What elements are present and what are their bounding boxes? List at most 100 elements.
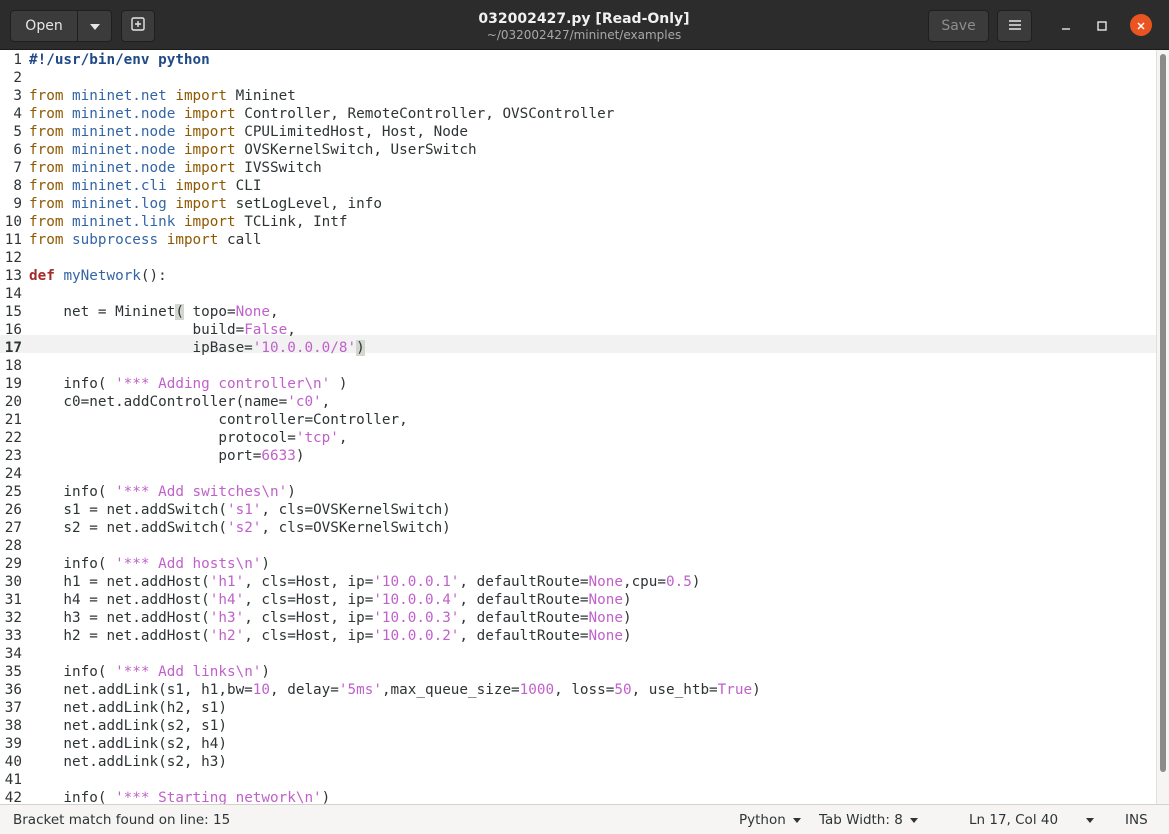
code-line[interactable]: 11 from subprocess import call xyxy=(0,231,262,249)
code-token: Mininet xyxy=(227,88,296,104)
code-token: 0.5 xyxy=(666,574,692,590)
code-text: c0=net.addController(name='c0', xyxy=(29,393,330,411)
code-line[interactable]: 19 info( '*** Adding controller\n' ) xyxy=(0,375,348,393)
code-line[interactable]: 15 net = Mininet( topo=None, xyxy=(0,303,279,321)
code-token: net = Mininet xyxy=(29,304,176,320)
scrollbar-thumb[interactable] xyxy=(1160,54,1166,772)
code-line[interactable]: 31 h4 = net.addHost('h4', cls=Host, ip='… xyxy=(0,591,632,609)
code-line[interactable]: 35 info( '*** Add links\n') xyxy=(0,663,270,681)
code-token: 50 xyxy=(614,682,632,698)
line-number: 36 xyxy=(4,682,22,698)
code-line[interactable]: 17 ipBase='10.0.0.0/8') xyxy=(0,339,365,357)
code-token: 10 xyxy=(252,682,271,698)
code-token: ( xyxy=(175,304,184,320)
code-token: , defaultRoute= xyxy=(459,628,589,644)
code-line[interactable]: 23 port=6633) xyxy=(0,447,305,465)
code-line[interactable]: 20 c0=net.addController(name='c0', xyxy=(0,393,331,411)
code-token: s1 = net.addSwitch( xyxy=(29,502,227,518)
open-button[interactable]: Open xyxy=(10,10,78,42)
code-token: controller=Controller, xyxy=(29,412,408,428)
vertical-scrollbar[interactable] xyxy=(1156,50,1169,804)
code-line[interactable]: 41 xyxy=(0,771,22,789)
code-token: mininet.log xyxy=(72,196,167,212)
code-token: from xyxy=(29,106,64,122)
line-number: 3 xyxy=(13,88,22,104)
code-line[interactable]: 33 h2 = net.addHost('h2', cls=Host, ip='… xyxy=(0,627,632,645)
code-line[interactable]: 30 h1 = net.addHost('h1', cls=Host, ip='… xyxy=(0,573,701,591)
code-token: 'tcp' xyxy=(295,430,339,446)
code-token: '*** Starting network\n' xyxy=(115,790,322,804)
code-line[interactable]: 36 net.addLink(s1, h1,bw=10, delay='5ms'… xyxy=(0,681,761,699)
open-button-group: Open xyxy=(10,10,112,42)
line-number: 26 xyxy=(4,502,22,518)
code-editor[interactable]: 1 #!/usr/bin/env python 2 3 from mininet.net… xyxy=(0,50,1156,804)
code-token: '10.0.0.2' xyxy=(373,628,460,644)
code-line[interactable]: 24 xyxy=(0,465,22,483)
code-line[interactable]: 2 xyxy=(0,69,22,87)
close-button[interactable] xyxy=(1130,14,1152,36)
code-text: build=False, xyxy=(29,321,296,339)
code-token: mininet.cli xyxy=(72,178,167,194)
new-tab-button[interactable] xyxy=(121,10,155,42)
minimize-icon xyxy=(1061,16,1071,35)
code-line[interactable]: 39 net.addLink(s2, h4) xyxy=(0,735,227,753)
code-token: 6633 xyxy=(261,448,296,464)
line-number: 27 xyxy=(4,520,22,536)
code-line[interactable]: 8 from mininet.cli import CLI xyxy=(0,177,261,195)
code-line[interactable]: 37 net.addLink(h2, s1) xyxy=(0,699,227,717)
line-number: 14 xyxy=(4,286,22,302)
code-token: ) xyxy=(622,610,632,626)
main-menu-button[interactable] xyxy=(997,10,1032,42)
code-line[interactable]: 9 from mininet.log import setLogLevel, in… xyxy=(0,195,382,213)
window-title: 032002427.py [Read-Only] xyxy=(478,11,690,27)
code-line[interactable]: 32 h3 = net.addHost('h3', cls=Host, ip='… xyxy=(0,609,632,627)
code-line[interactable]: 29 info( '*** Add hosts\n') xyxy=(0,555,270,573)
maximize-button[interactable] xyxy=(1091,14,1113,36)
code-line[interactable]: 4 from mininet.node import Controller, Re… xyxy=(0,105,614,123)
code-token: subprocess xyxy=(72,232,159,248)
code-line[interactable]: 40 net.addLink(s2, h3) xyxy=(0,753,227,771)
code-token: net.addLink(s2, h4) xyxy=(29,736,227,752)
code-line[interactable]: 10 from mininet.link import TCLink, Intf xyxy=(0,213,348,231)
minimize-button[interactable] xyxy=(1055,14,1077,36)
tab-width-selector[interactable]: Tab Width: 8 xyxy=(819,812,918,828)
open-button-label: Open xyxy=(25,18,63,34)
code-token: ) xyxy=(261,664,271,680)
code-line[interactable]: 6 from mininet.node import OVSKernelSwitc… xyxy=(0,141,476,159)
code-line[interactable]: 14 xyxy=(0,285,22,303)
code-token: , xyxy=(338,430,348,446)
save-button[interactable]: Save xyxy=(928,10,989,42)
cursor-position-menu[interactable] xyxy=(1086,812,1094,828)
code-line[interactable]: 12 xyxy=(0,249,22,267)
code-token: '10.0.0.1' xyxy=(373,574,460,590)
code-line[interactable]: 26 s1 = net.addSwitch('s1', cls=OVSKerne… xyxy=(0,501,451,519)
code-token: port= xyxy=(29,448,262,464)
code-text: info( '*** Add links\n') xyxy=(29,663,270,681)
code-line[interactable]: 21 controller=Controller, xyxy=(0,411,408,429)
code-line[interactable]: 1 #!/usr/bin/env python xyxy=(0,51,209,69)
line-number: 8 xyxy=(13,178,22,194)
code-token: ) xyxy=(752,682,761,698)
language-selector[interactable]: Python xyxy=(739,812,801,828)
code-line[interactable]: 28 xyxy=(0,537,22,555)
code-line[interactable]: 42 info( '*** Starting network\n') xyxy=(0,789,331,804)
code-token: 'h1' xyxy=(209,574,245,590)
code-line[interactable]: 38 net.addLink(s2, s1) xyxy=(0,717,227,735)
code-text: from subprocess import call xyxy=(29,231,261,249)
cursor-position[interactable]: Ln 17, Col 40 xyxy=(969,812,1058,828)
code-line[interactable]: 25 info( '*** Add switches\n') xyxy=(0,483,296,501)
code-line[interactable]: 18 xyxy=(0,357,22,375)
code-token: info( xyxy=(29,376,116,392)
code-line[interactable]: 16 build=False, xyxy=(0,321,296,339)
code-line[interactable]: 7 from mininet.node import IVSSwitch xyxy=(0,159,321,177)
code-line[interactable]: 3 from mininet.net import Mininet xyxy=(0,87,295,105)
code-line[interactable]: 27 s2 = net.addSwitch('s2', cls=OVSKerne… xyxy=(0,519,451,537)
code-line[interactable]: 5 from mininet.node import CPULimitedHost… xyxy=(0,123,468,141)
code-line[interactable]: 13 def myNetwork(): xyxy=(0,267,167,285)
code-line[interactable]: 34 xyxy=(0,645,22,663)
line-number: 13 xyxy=(4,268,22,284)
open-menu-button[interactable] xyxy=(77,10,112,42)
code-line[interactable]: 22 protocol='tcp', xyxy=(0,429,348,447)
